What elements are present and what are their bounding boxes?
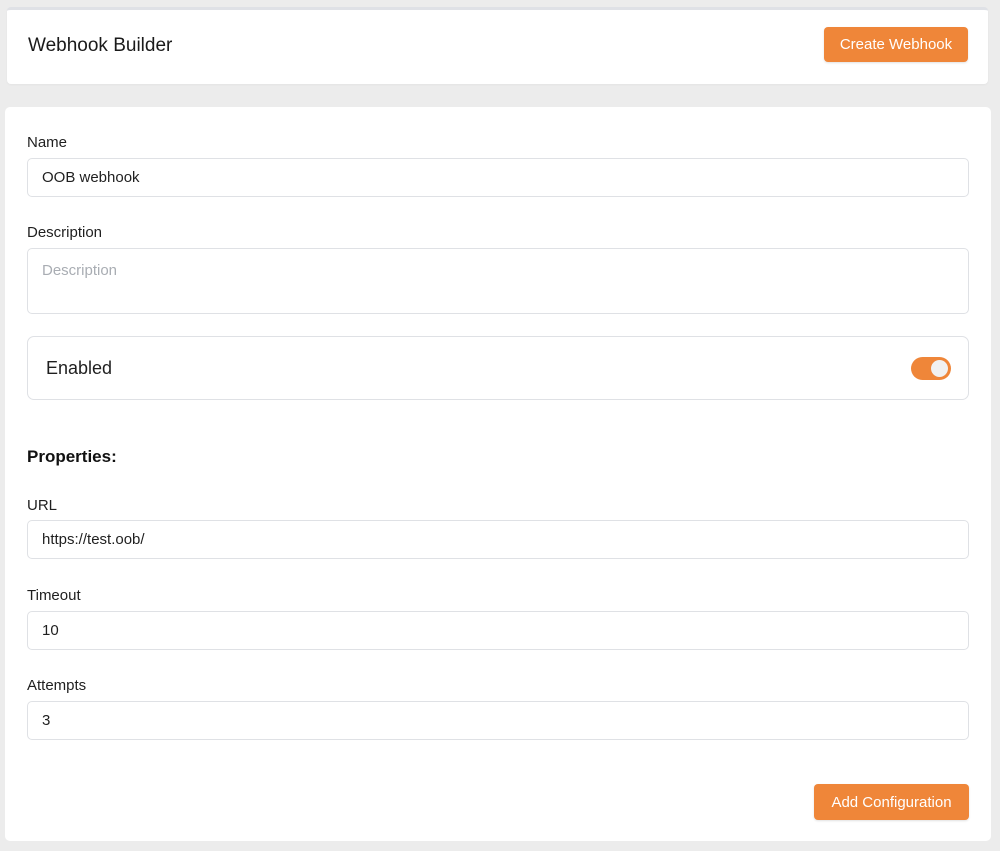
- enabled-toggle[interactable]: [911, 357, 951, 380]
- timeout-label: Timeout: [27, 587, 81, 604]
- add-configuration-button[interactable]: Add Configuration: [814, 784, 969, 820]
- attempts-label: Attempts: [27, 677, 87, 694]
- properties-heading: Properties:: [27, 447, 117, 466]
- create-webhook-button[interactable]: Create Webhook: [824, 27, 968, 62]
- webhook-form: Name Description Enabled Properties: URL…: [5, 107, 991, 841]
- name-input[interactable]: [27, 158, 969, 197]
- name-label: Name: [27, 134, 68, 151]
- enabled-label: Enabled: [46, 358, 113, 378]
- page-title: Webhook Builder: [28, 35, 173, 56]
- attempts-input[interactable]: [27, 701, 969, 740]
- timeout-input[interactable]: [27, 611, 969, 650]
- enabled-panel: Enabled: [27, 336, 969, 400]
- description-textarea[interactable]: [27, 248, 969, 314]
- description-label: Description: [27, 224, 103, 241]
- toggle-knob: [931, 360, 948, 377]
- url-input[interactable]: [27, 520, 969, 559]
- url-label: URL: [27, 497, 58, 514]
- header-bar: Webhook Builder Create Webhook: [7, 7, 988, 84]
